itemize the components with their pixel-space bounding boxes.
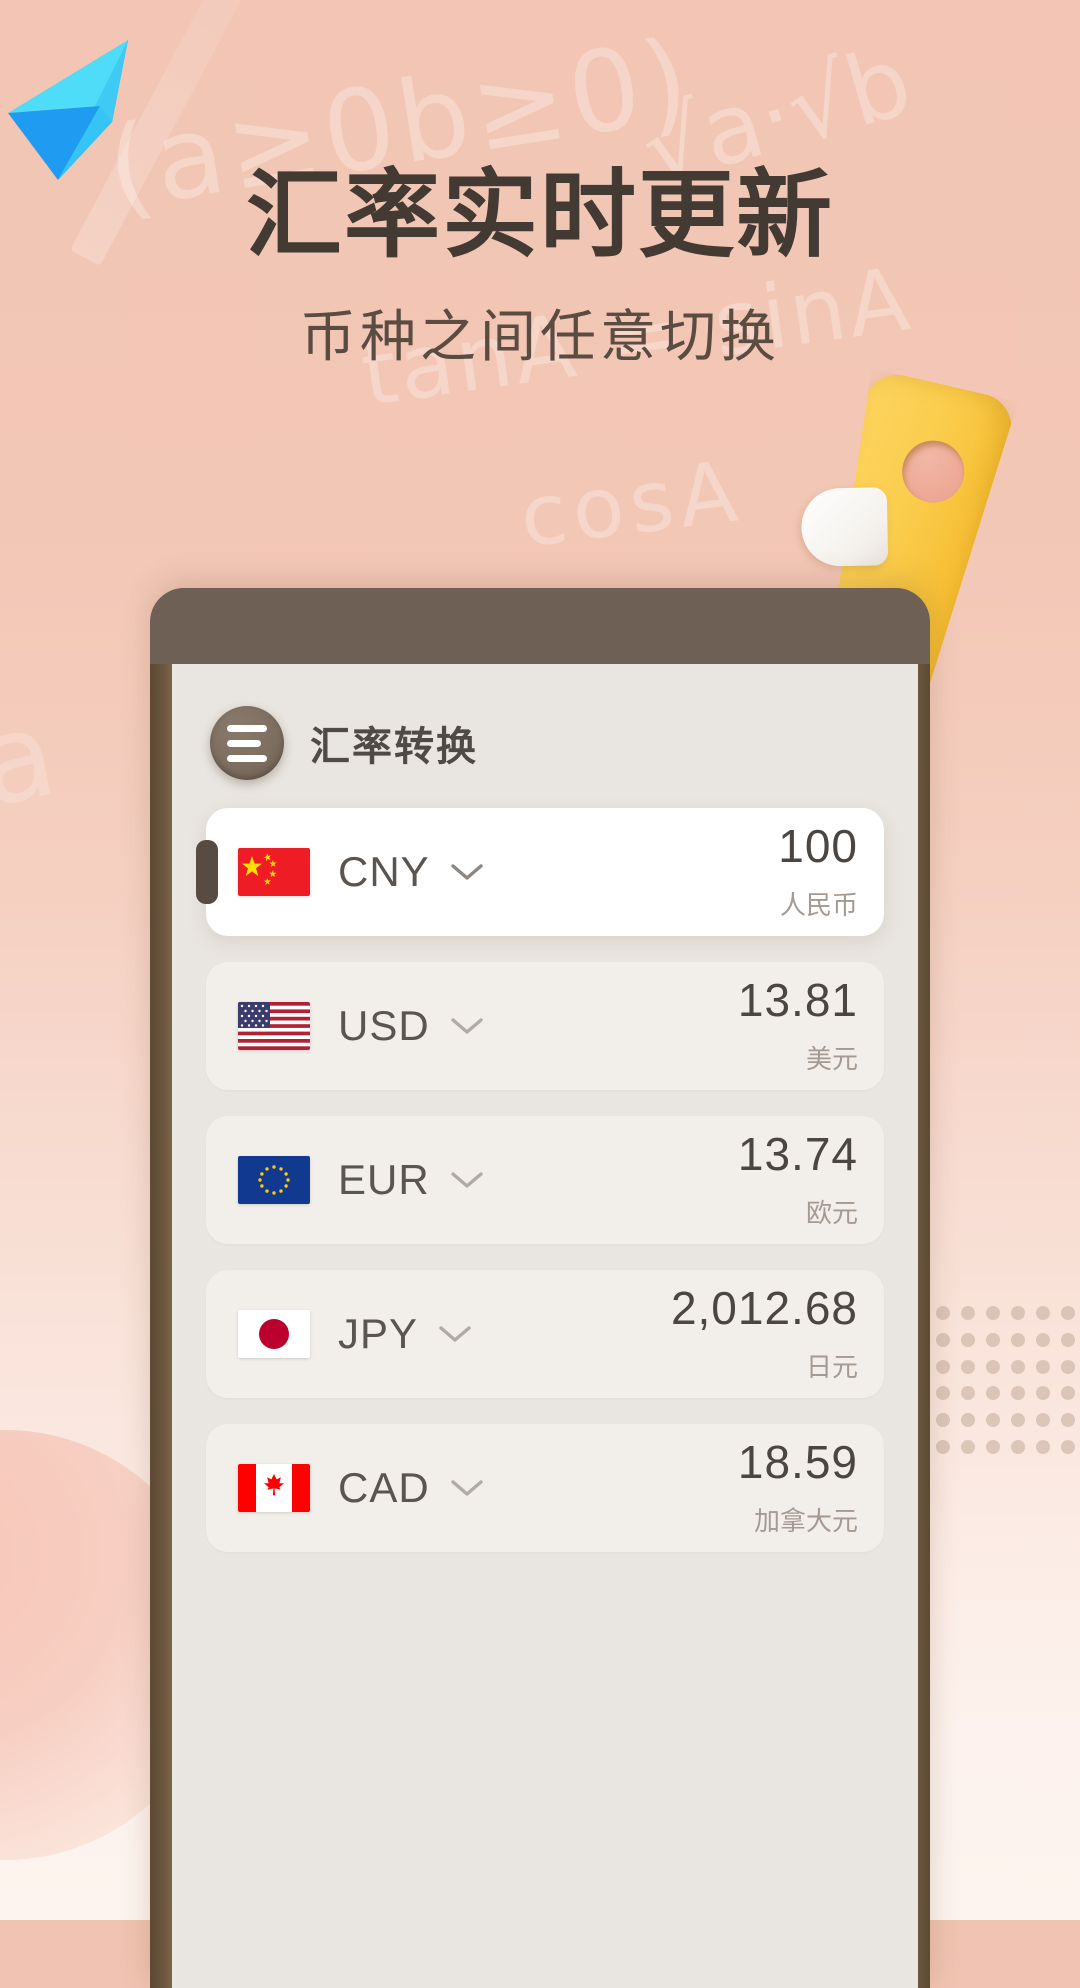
currency-row-cad[interactable]: CAD 18.59 加拿大元 — [206, 1424, 884, 1552]
currency-code-jpy: JPY — [338, 1310, 419, 1357]
highlighter-tip — [800, 487, 889, 567]
chevron-down-icon[interactable] — [450, 1016, 484, 1036]
eu-flag-icon — [238, 1156, 310, 1204]
hamburger-menu-icon[interactable] — [210, 706, 284, 780]
currency-amount-jpy[interactable]: 2,012.68 — [671, 1285, 858, 1331]
jp-flag-icon — [238, 1310, 310, 1358]
currency-row-cny[interactable]: CNY 100 人民币 — [196, 808, 884, 936]
app-title: 汇率转换 — [310, 725, 478, 769]
currency-code-cad: CAD — [338, 1464, 430, 1511]
phone-right-edge — [918, 664, 930, 1988]
currency-amount-cny[interactable]: 100 — [778, 823, 858, 869]
currency-row-jpy[interactable]: JPY 2,012.68 日元 — [206, 1270, 884, 1398]
phone-left-edge — [150, 664, 172, 1988]
chevron-down-icon[interactable] — [438, 1324, 472, 1344]
chevron-down-icon[interactable] — [450, 1478, 484, 1498]
currency-amount-cad[interactable]: 18.59 — [738, 1439, 858, 1485]
currency-code-eur: EUR — [338, 1156, 430, 1203]
currency-value-block: 18.59 加拿大元 — [738, 1439, 858, 1538]
currency-code-cny: CNY — [338, 848, 430, 895]
currency-row-eur[interactable]: EUR 13.74 欧元 — [206, 1116, 884, 1244]
currency-name-cny: 人民币 — [779, 889, 858, 920]
currency-name-cad: 加拿大元 — [753, 1505, 858, 1536]
currency-value-block: 13.74 欧元 — [738, 1131, 858, 1230]
currency-name-jpy: 日元 — [805, 1351, 858, 1382]
currency-value-block: 100 人民币 — [778, 823, 858, 922]
chevron-down-icon[interactable] — [450, 1170, 484, 1190]
decorative-dot-grid — [930, 1300, 1080, 1460]
paper-plane-icon — [0, 10, 200, 190]
currency-value-block: 13.81 美元 — [738, 977, 858, 1076]
chevron-down-icon[interactable] — [450, 862, 484, 882]
currency-list: CNY 100 人民币 USD 13.81 美元 EUR 13.74 欧元 JP… — [172, 780, 918, 1552]
currency-amount-usd[interactable]: 13.81 — [738, 977, 858, 1023]
ca-flag-icon — [238, 1464, 310, 1512]
us-flag-icon — [238, 1002, 310, 1050]
currency-row-usd[interactable]: USD 13.81 美元 — [206, 962, 884, 1090]
cn-flag-icon — [238, 848, 310, 896]
phone-mockup: 汇率转换 CNY 100 人民币 USD 13.81 美元 EUR 13.74 … — [150, 588, 930, 1988]
active-row-indicator — [196, 840, 218, 904]
promo-text-block: 汇率实时更新 币种之间任意切换 — [0, 158, 1080, 373]
promo-headline: 汇率实时更新 — [246, 158, 834, 271]
currency-code-usd: USD — [338, 1002, 430, 1049]
currency-name-usd: 美元 — [805, 1043, 858, 1074]
promo-subheadline: 币种之间任意切换 — [300, 304, 780, 370]
currency-name-eur: 欧元 — [805, 1197, 858, 1228]
currency-value-block: 2,012.68 日元 — [671, 1285, 858, 1384]
app-header: 汇率转换 — [172, 664, 918, 780]
currency-amount-eur[interactable]: 13.74 — [738, 1131, 858, 1177]
phone-screen: 汇率转换 CNY 100 人民币 USD 13.81 美元 EUR 13.74 … — [172, 664, 918, 1988]
